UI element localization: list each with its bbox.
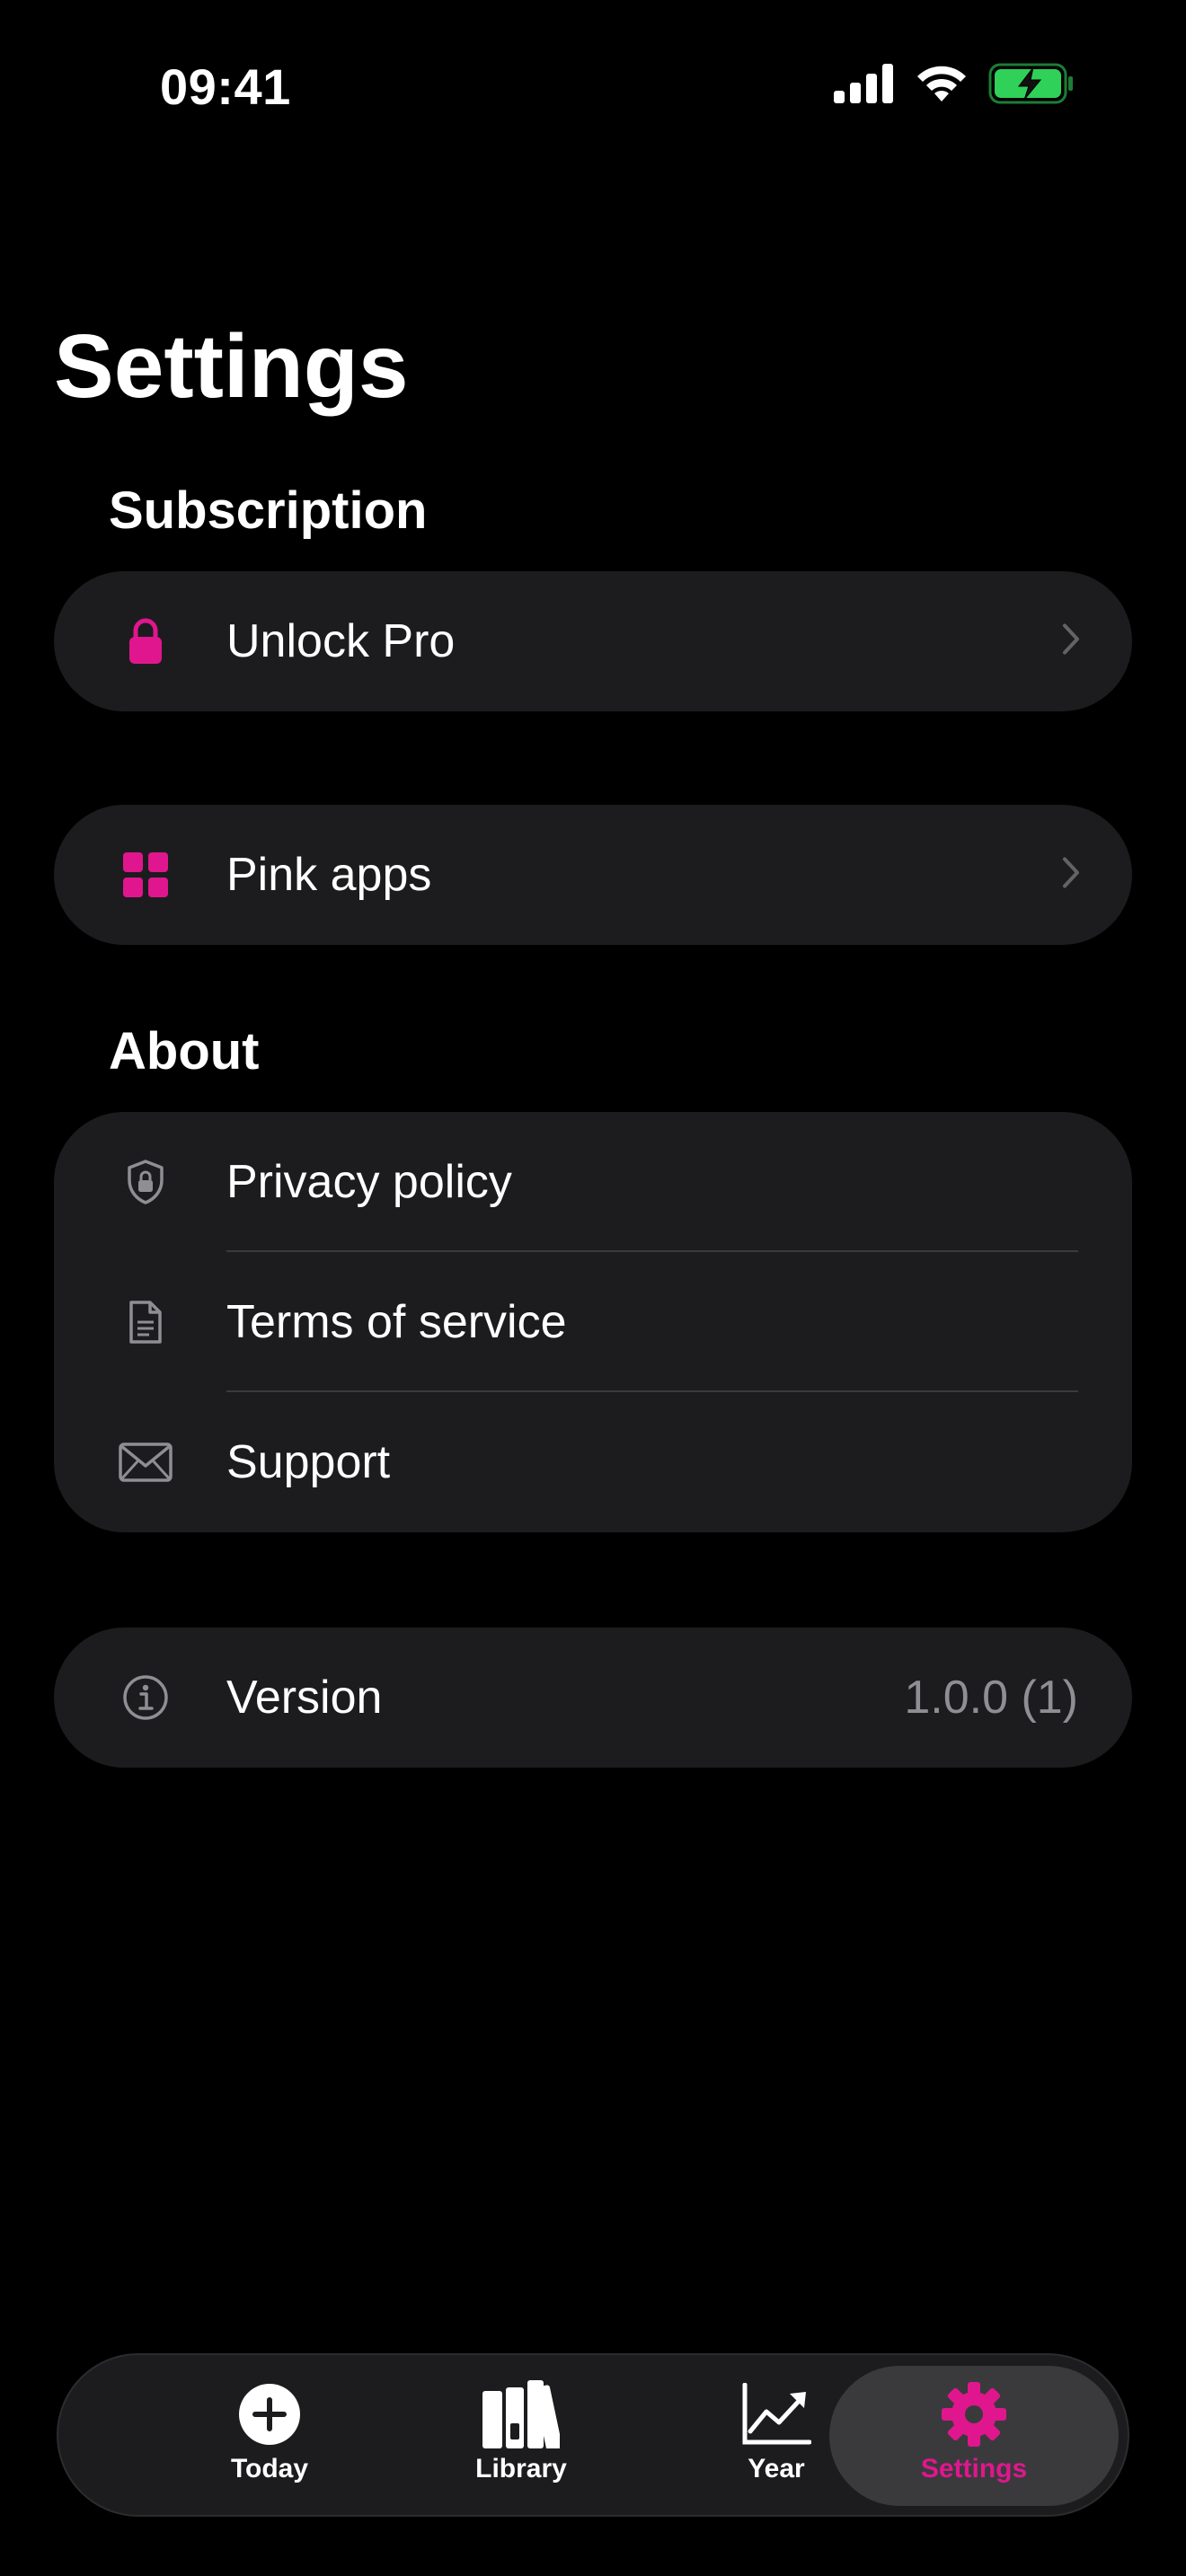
shield-lock-icon <box>119 1155 173 1209</box>
tab-bar: Today Library Year Settings <box>57 2353 1129 2517</box>
tab-label: Settings <box>920 2454 1028 2483</box>
pink-apps-row[interactable]: Pink apps <box>54 805 1132 945</box>
chart-line-icon <box>741 2380 811 2448</box>
tab-label: Library <box>475 2454 567 2483</box>
support-label: Support <box>226 1436 391 1488</box>
cellular-signal-icon <box>834 64 893 103</box>
section-header-about: About <box>109 1022 260 1081</box>
tab-settings[interactable]: Settings <box>829 2366 1119 2506</box>
section-header-subscription: Subscription <box>109 481 428 540</box>
pink-apps-label: Pink apps <box>226 849 432 901</box>
status-time: 09:41 <box>160 58 291 115</box>
status-bar: 09:41 <box>0 0 1186 171</box>
pink-apps-card: Pink apps <box>54 805 1132 945</box>
page-title: Settings <box>54 316 409 417</box>
document-icon <box>119 1295 173 1349</box>
wifi-icon <box>917 66 966 101</box>
unlock-pro-card: Unlock Pro <box>54 571 1132 711</box>
chevron-right-icon <box>1062 623 1080 660</box>
tab-label: Year <box>748 2454 805 2483</box>
version-card: Version 1.0.0 (1) <box>54 1628 1132 1768</box>
version-value: 1.0.0 (1) <box>904 1672 1078 1724</box>
tab-today[interactable]: Today <box>153 2355 386 2515</box>
version-row: Version 1.0.0 (1) <box>54 1628 1132 1768</box>
grid-icon <box>119 848 173 902</box>
terms-of-service-label: Terms of service <box>226 1296 567 1348</box>
about-card: Privacy policy Terms of service Support <box>54 1112 1132 1532</box>
lock-icon <box>119 614 173 668</box>
gear-icon <box>940 2380 1008 2448</box>
chevron-right-icon <box>1062 857 1080 894</box>
version-label: Version <box>226 1672 383 1724</box>
tab-label: Today <box>230 2454 309 2483</box>
tab-library[interactable]: Library <box>404 2355 638 2515</box>
envelope-icon <box>119 1435 173 1489</box>
battery-charging-icon <box>988 63 1073 104</box>
unlock-pro-row[interactable]: Unlock Pro <box>54 571 1132 711</box>
plus-circle-icon <box>237 2380 302 2448</box>
status-icons <box>834 63 1075 104</box>
unlock-pro-label: Unlock Pro <box>226 615 456 667</box>
books-icon <box>482 2380 560 2448</box>
info-icon <box>119 1671 173 1725</box>
support-row[interactable]: Support <box>54 1392 1132 1532</box>
privacy-policy-row[interactable]: Privacy policy <box>54 1112 1132 1252</box>
terms-of-service-row[interactable]: Terms of service <box>54 1252 1132 1392</box>
privacy-policy-label: Privacy policy <box>226 1156 512 1208</box>
